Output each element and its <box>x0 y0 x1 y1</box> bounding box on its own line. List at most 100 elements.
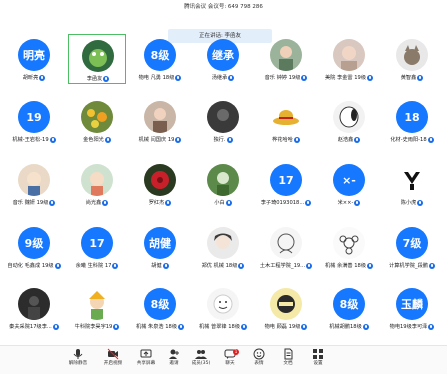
chat-button[interactable]: 聊天 1 <box>215 348 245 372</box>
muted-mic-icon <box>54 263 61 269</box>
document-button[interactable]: 文档 <box>273 348 303 372</box>
muted-mic-icon <box>428 263 435 269</box>
muted-mic-icon <box>367 75 374 81</box>
participant-name: 李函友 <box>86 76 103 82</box>
portrait-avatar <box>333 39 365 71</box>
participant-name-row: 机械胡鹏18级 <box>320 323 378 331</box>
participant-tile[interactable]: 金色阳光 <box>68 96 126 146</box>
document-icon <box>284 348 293 360</box>
participant-tile[interactable]: 音乐 魏妍 19级 <box>5 159 63 209</box>
participant-name: 物电 顾磊 19级 <box>264 324 301 330</box>
participant-name: 机械 朱泉浩 18级 <box>135 324 178 330</box>
emoji-button[interactable]: 表情 <box>244 348 274 372</box>
participant-tile[interactable]: 黄智鑫 <box>383 34 441 84</box>
settings-button[interactable]: 设置 <box>303 348 333 372</box>
participant-tile[interactable]: 罗红杰 <box>131 159 189 209</box>
girl-photo-avatar <box>270 39 302 71</box>
bottom-toolbar: 解除静音 开启视频 共享屏幕 邀请 成员(35) 聊天 1 表情 文档 设置 <box>0 345 447 374</box>
participant-name: 机械 闫国庆 19 <box>138 137 175 143</box>
participant-tile[interactable]: 19 机械-王岩松-19 <box>5 96 63 146</box>
participant-tile[interactable]: 机械 曾翠锋 18级 <box>194 283 252 333</box>
participant-name: 计算机学院_段鹏 <box>389 263 428 269</box>
participant-tile[interactable]: 桦花哈哈 <box>257 96 315 146</box>
toolbar-label: 表情 <box>254 361 264 366</box>
camera-button[interactable]: 开启视频 <box>98 348 128 372</box>
muted-mic-icon <box>113 324 120 330</box>
participant-name-row: 黄智鑫 <box>383 74 441 82</box>
muted-mic-icon <box>417 75 424 81</box>
participant-tile[interactable]: 胡健 胡健 <box>131 222 189 272</box>
muted-mic-icon <box>102 200 109 206</box>
toolbar-label: 解除静音 <box>68 361 88 366</box>
participant-name: 金色阳光 <box>83 137 104 143</box>
participant-tile[interactable]: 玉麟 物电19级李可泽 <box>383 283 441 333</box>
participant-tile[interactable]: ×- 米××- <box>320 159 378 209</box>
muted-mic-icon <box>52 324 59 330</box>
participant-tile[interactable]: 土木工程学院_19... <box>257 222 315 272</box>
muted-mic-icon <box>228 75 235 81</box>
participant-tile[interactable]: 18 化材-史雨阳-18 <box>383 96 441 146</box>
muted-mic-icon <box>49 200 56 206</box>
participant-name-row: 桦花哈哈 <box>257 136 315 144</box>
camera-icon <box>107 348 119 360</box>
sketch-avatar <box>270 227 302 259</box>
toolbar-label: 共享屏幕 <box>136 361 156 366</box>
muted-mic-icon <box>162 263 169 269</box>
toolbar-label: 邀请 <box>169 361 179 366</box>
muted-mic-icon <box>306 263 313 269</box>
ninja-avatar <box>270 288 302 320</box>
participant-name-row: 秦夫采院17级李... <box>5 323 63 331</box>
participant-tile[interactable]: 牛科院李昊宇19 <box>68 283 126 333</box>
participant-tile[interactable]: 独行. <box>194 96 252 146</box>
participant-tile[interactable]: 继承 汤继承 <box>194 34 252 84</box>
participant-tile[interactable]: 9级 自动化 毛鑫成 19级 <box>5 222 63 272</box>
participant-avatar: 9级 <box>18 227 50 259</box>
members-button[interactable]: 成员(35) <box>186 348 216 372</box>
participant-tile[interactable]: 7级 计算机学院_段鹏 <box>383 222 441 272</box>
participant-tile[interactable]: 17 余曦 生科院 17 <box>68 222 126 272</box>
participant-tile[interactable]: 美院 李金雷 19级 <box>320 34 378 84</box>
participant-avatar: 8级 <box>144 288 176 320</box>
frog-avatar <box>82 40 114 72</box>
participant-name: 物电19级李可泽 <box>389 324 428 330</box>
muted-mic-icon <box>178 324 185 330</box>
mic-icon <box>73 349 83 359</box>
invite-button[interactable]: 邀请 <box>159 348 189 372</box>
participant-avatar: 8级 <box>333 288 365 320</box>
mic-button[interactable]: 解除静音 <box>63 348 93 372</box>
participant-tile[interactable]: 8级 物电 凡勇 18级 <box>131 34 189 84</box>
participant-name-row: 音乐 钟婷 19级 <box>257 74 315 82</box>
participant-avatar: 胡健 <box>144 227 176 259</box>
participant-name-row: 物电19级李可泽 <box>383 323 441 331</box>
participant-tile[interactable]: 音乐 钟婷 19级 <box>257 34 315 84</box>
participant-tile[interactable]: 机械 余满善 18级 <box>320 222 378 272</box>
participant-name: 秦夫采院17级李... <box>9 324 52 330</box>
participant-tile[interactable]: 明亮 胡昕亮 <box>5 34 63 84</box>
participant-name-row: 米××- <box>320 199 378 207</box>
participant-name-row: 胡健 <box>131 262 189 270</box>
participant-avatar: 8级 <box>144 39 176 71</box>
participant-tile[interactable]: 郑优 机械 18级 <box>194 222 252 272</box>
muted-mic-icon <box>175 137 182 143</box>
participant-tile[interactable]: 李函友 <box>68 34 126 84</box>
participant-avatar: 17 <box>81 227 113 259</box>
participant-name: 土木工程学院_19... <box>259 263 306 269</box>
participant-tile[interactable]: 8级机械 朱泉浩 18级 <box>131 283 189 333</box>
participant-grid: 明亮 胡昕亮李函友 8级 物电 凡勇 18级 继承 汤继承 音乐 钟婷 19级 美院 李金雷 … <box>0 0 447 345</box>
participant-tile[interactable]: 赵浩鑫 <box>320 96 378 146</box>
participant-tile[interactable]: 机械 闫国庆 19 <box>131 96 189 146</box>
flower-sketch-avatar <box>333 227 365 259</box>
muted-mic-icon <box>175 75 182 81</box>
participant-tile[interactable]: 陈小虎 <box>383 159 441 209</box>
participant-tile[interactable]: 小白 <box>194 159 252 209</box>
participant-avatar: 继承 <box>207 39 239 71</box>
participant-tile[interactable]: 秦夫采院17级李... <box>5 283 63 333</box>
muted-mic-icon <box>354 137 361 143</box>
participant-tile[interactable]: 17 李子琦0193018... <box>257 159 315 209</box>
participant-tile[interactable]: 8级机械胡鹏18级 <box>320 283 378 333</box>
share-screen-button[interactable]: 共享屏幕 <box>131 348 161 372</box>
participant-tile[interactable]: 尚光鑫 <box>68 159 126 209</box>
participant-tile[interactable]: 物电 顾磊 19级 <box>257 283 315 333</box>
anime-avatar <box>207 227 239 259</box>
participant-name: 机械 余满善 18级 <box>324 263 367 269</box>
